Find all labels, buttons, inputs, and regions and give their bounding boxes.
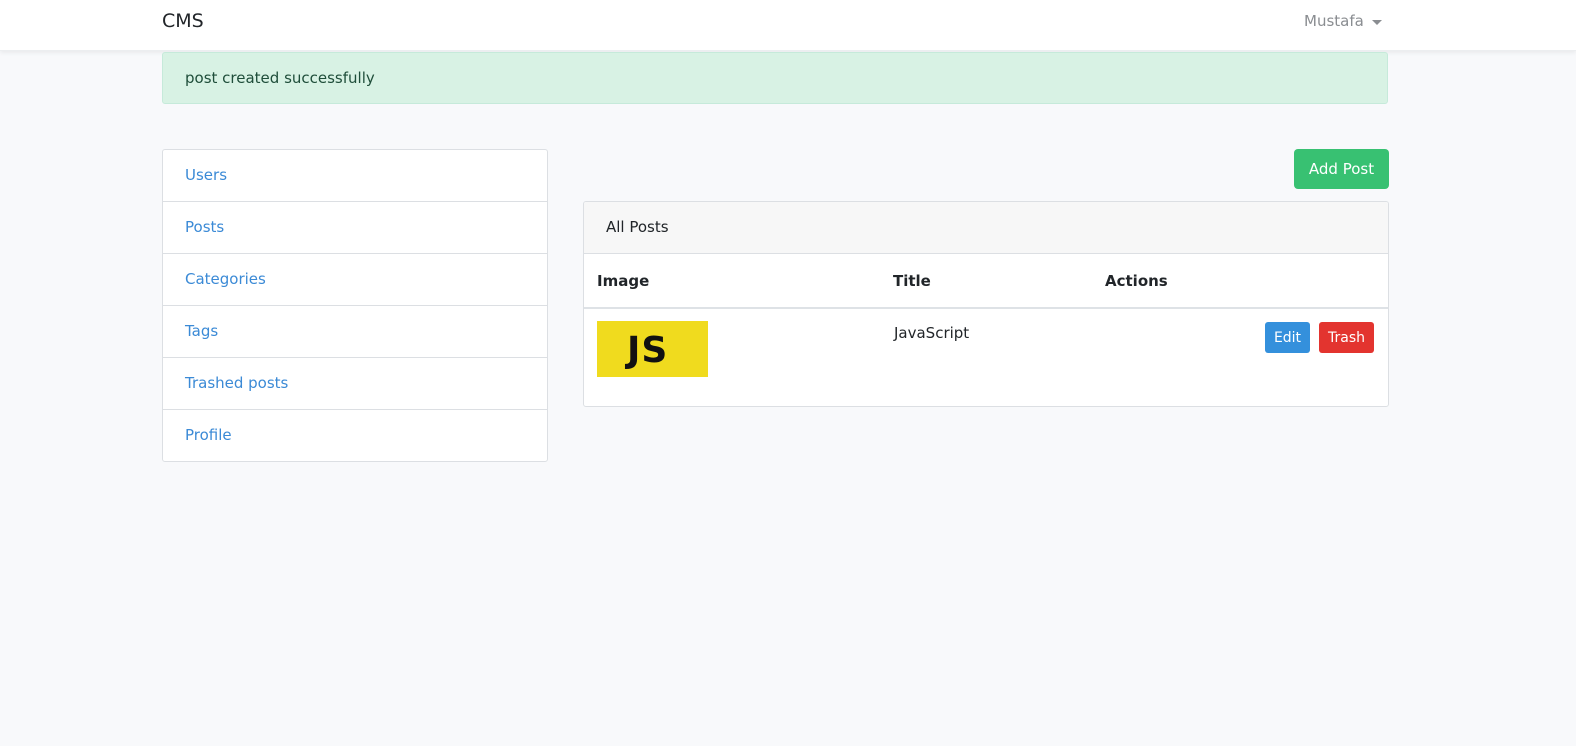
- table-header-divider: [584, 307, 1388, 309]
- column-header-actions: Actions: [1105, 272, 1168, 290]
- post-title: JavaScript: [894, 324, 970, 342]
- post-thumbnail-image: JS: [597, 321, 708, 377]
- sidebar-nav: Users Posts Categories Tags Trashed post…: [162, 149, 548, 462]
- sidebar-item-trashed-posts[interactable]: Trashed posts: [162, 357, 548, 410]
- sidebar-item-posts[interactable]: Posts: [162, 201, 548, 254]
- success-alert: post created successfully: [162, 52, 1388, 104]
- sidebar-item-categories[interactable]: Categories: [162, 253, 548, 306]
- trash-button[interactable]: Trash: [1319, 322, 1374, 353]
- sidebar-item-tags[interactable]: Tags: [162, 305, 548, 358]
- user-dropdown[interactable]: Mustafa: [1304, 12, 1382, 30]
- caret-down-icon: [1371, 19, 1382, 25]
- js-logo-text: JS: [627, 330, 669, 371]
- sidebar-item-users[interactable]: Users: [162, 149, 548, 202]
- add-post-button[interactable]: Add Post: [1294, 149, 1389, 189]
- edit-button[interactable]: Edit: [1265, 322, 1310, 353]
- sidebar-item-profile[interactable]: Profile: [162, 409, 548, 462]
- posts-card: All Posts Image Title Actions JS JavaScr…: [583, 201, 1389, 407]
- top-navbar: CMS Mustafa: [0, 0, 1576, 51]
- column-header-title: Title: [893, 272, 931, 290]
- card-header: All Posts: [584, 202, 1388, 254]
- column-header-image: Image: [597, 272, 650, 290]
- alert-message: post created successfully: [185, 69, 375, 87]
- user-name: Mustafa: [1304, 12, 1364, 30]
- brand-link[interactable]: CMS: [162, 10, 204, 32]
